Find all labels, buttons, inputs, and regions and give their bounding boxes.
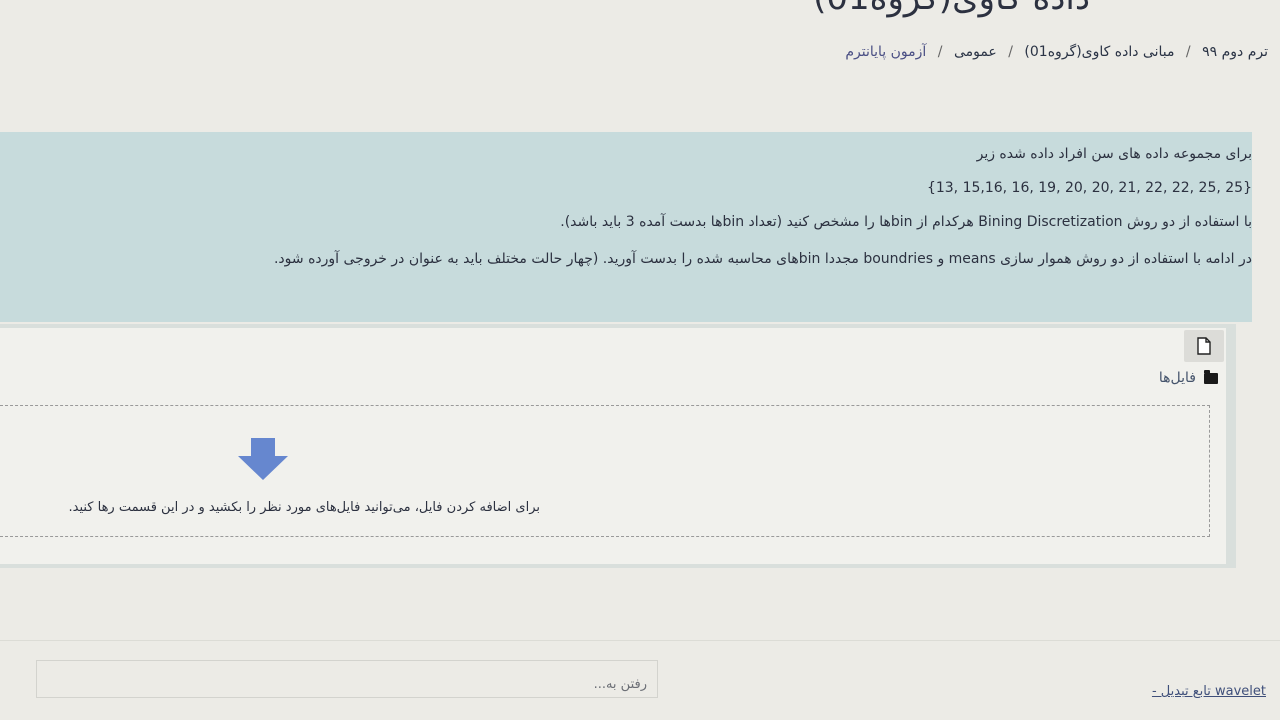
question-dataset-values: {13, 15,16, 16, 19, 20, 20, 21, 22, 22, … [926,180,1252,196]
drop-arrow-icon [238,438,288,480]
breadcrumb-item-course[interactable]: مبانی داده کاوی(گروه01) [1024,44,1174,60]
next-activity-link[interactable]: wavelet تابع تبدیل - [1152,684,1266,699]
files-folder[interactable]: فایل‌ها [1158,369,1218,386]
page-title: داده کاوی(گروه01) [813,0,1090,18]
breadcrumb-separator: / [937,44,943,60]
question-line-3: با استفاده از دو روش Bining Discretizati… [560,214,1252,230]
question-dataset: {13, 15,16, 16, 19, 20, 20, 21, 22, 22, … [927,180,1252,196]
folder-icon [1204,369,1218,384]
file-icon [1197,337,1211,355]
jump-to-select[interactable]: رفتن به... [36,660,658,698]
dropzone-instructions: برای اضافه کردن فایل، می‌توانید فایل‌های… [68,500,540,515]
breadcrumb: ترم دوم ۹۹ / مبانی داده کاوی(گروه01) / ع… [845,44,1268,60]
question-line-4: در ادامه با استفاده از دو روش هموار سازی… [273,251,1252,267]
divider [0,640,1280,641]
files-label: فایل‌ها [1158,370,1196,386]
breadcrumb-item-term[interactable]: ترم دوم ۹۹ [1202,44,1268,60]
breadcrumb-separator: / [1008,44,1013,60]
breadcrumb-separator: / [1185,44,1191,60]
add-file-button[interactable] [1184,330,1224,362]
breadcrumb-item-general[interactable]: عمومی [954,44,997,60]
question-line-1: برای مجموعه داده های سن افراد داده شده ز… [976,146,1252,162]
breadcrumb-item-exam[interactable]: آزمون پایانترم [845,44,926,60]
dropzone[interactable] [0,405,1210,537]
